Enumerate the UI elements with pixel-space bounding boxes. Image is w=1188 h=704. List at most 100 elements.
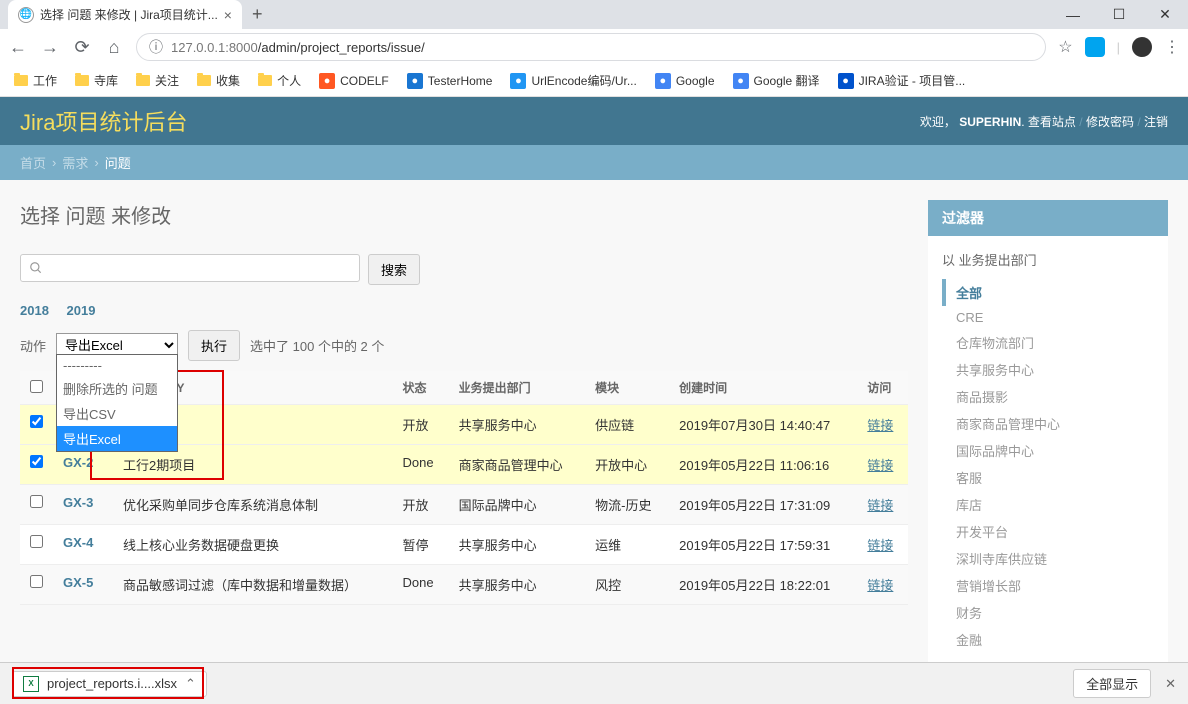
back-button[interactable]: ← [8, 37, 28, 58]
close-button[interactable]: ✕ [1142, 0, 1188, 29]
tab-title: 选择 问题 来修改 | Jira项目统计... [40, 6, 218, 23]
column-header[interactable]: 业务提出部门 [449, 371, 585, 405]
table-row: GX-5商品敏感词过滤（库中数据和增量数据）Done共享服务中心风控2019年0… [20, 565, 908, 605]
row-checkbox[interactable] [30, 495, 43, 508]
dept-cell: 共享服务中心 [449, 405, 585, 445]
filter-item[interactable]: 营销增长部 [942, 572, 1154, 599]
forward-button[interactable]: → [40, 37, 60, 58]
filter-item[interactable]: 全部 [942, 279, 1154, 306]
bookmark-item[interactable]: ●UrlEncode编码/Ur... [510, 72, 636, 89]
row-checkbox[interactable] [30, 575, 43, 588]
home-button[interactable]: ⌂ [104, 37, 124, 58]
row-checkbox[interactable] [30, 455, 43, 468]
new-tab-button[interactable]: + [252, 4, 263, 25]
filter-item[interactable]: 商家商品管理中心 [942, 410, 1154, 437]
extension-icon[interactable] [1085, 37, 1105, 57]
reload-button[interactable]: ⟳ [72, 37, 92, 58]
folder-icon [258, 75, 272, 86]
extension-icons: ☆ | ⋮ [1058, 37, 1180, 57]
bookmark-item[interactable]: ●Google 翻译 [733, 72, 820, 89]
download-shelf-close[interactable]: ✕ [1165, 676, 1176, 692]
breadcrumb-app[interactable]: 需求 [62, 153, 88, 172]
minimize-button[interactable]: — [1050, 0, 1096, 29]
breadcrumb-home[interactable]: 首页 [20, 153, 46, 172]
year-2018-link[interactable]: 2018 [20, 303, 49, 318]
bookmark-item[interactable]: ●TesterHome [407, 73, 493, 89]
visit-link[interactable]: 链接 [867, 418, 893, 433]
select-all-checkbox[interactable] [30, 380, 43, 393]
breadcrumb-current: 问题 [105, 153, 131, 172]
logout-link[interactable]: 注销 [1144, 115, 1168, 129]
bookmark-item[interactable]: 收集 [197, 72, 240, 89]
search-input[interactable] [49, 261, 351, 276]
filter-title: 过滤器 [928, 200, 1168, 236]
maximize-button[interactable]: ☐ [1096, 0, 1142, 29]
column-header[interactable]: 模块 [585, 371, 669, 405]
menu-button[interactable]: ⋮ [1164, 37, 1180, 57]
year-2019-link[interactable]: 2019 [67, 303, 96, 318]
bookmark-item[interactable]: 寺库 [75, 72, 118, 89]
site-icon: ● [838, 73, 854, 89]
bookmark-item[interactable]: 关注 [136, 72, 179, 89]
column-header[interactable]: 状态 [392, 371, 448, 405]
filter-item[interactable]: 客服 [942, 464, 1154, 491]
issue-key-link[interactable]: GX-5 [63, 575, 93, 590]
site-icon: ● [407, 73, 423, 89]
browser-tab[interactable]: 🌐 选择 问题 来修改 | Jira项目统计... × [8, 0, 242, 29]
filter-item[interactable]: 国际品牌中心 [942, 437, 1154, 464]
bookmark-item[interactable]: 个人 [258, 72, 301, 89]
action-option-csv[interactable]: 导出CSV [57, 401, 177, 426]
title-bar: 🌐 选择 问题 来修改 | Jira项目统计... × + — ☐ ✕ [0, 0, 1188, 29]
profile-avatar[interactable] [1132, 37, 1152, 57]
filter-item[interactable]: 金融 [942, 626, 1154, 653]
download-item[interactable]: X project_reports.i....xlsx ⌃ [12, 671, 207, 697]
row-checkbox[interactable] [30, 535, 43, 548]
action-option-delete[interactable]: 删除所选的 问题 [57, 376, 177, 401]
issue-key-link[interactable]: GX-2 [63, 455, 93, 470]
bookmark-item[interactable]: ●CODELF [319, 73, 389, 89]
view-site-link[interactable]: 查看站点 [1028, 115, 1076, 129]
summary-cell: 优化采购单同步仓库系统消息体制 [113, 485, 392, 525]
folder-icon [197, 75, 211, 86]
filter-item[interactable]: 库店 [942, 491, 1154, 518]
filter-item[interactable]: 深圳寺库供应链 [942, 545, 1154, 572]
filter-item[interactable]: 商品摄影 [942, 383, 1154, 410]
bookmark-item[interactable]: ●Google [655, 73, 715, 89]
issue-key-link[interactable]: GX-3 [63, 495, 93, 510]
row-checkbox[interactable] [30, 415, 43, 428]
filter-item[interactable]: 开发平台 [942, 518, 1154, 545]
filter-item[interactable]: 共享服务中心 [942, 356, 1154, 383]
visit-link[interactable]: 链接 [867, 498, 893, 513]
visit-link[interactable]: 链接 [867, 538, 893, 553]
separator: | [1117, 40, 1120, 55]
filter-item[interactable]: CRE [942, 306, 1154, 329]
action-option-separator[interactable]: --------- [57, 355, 177, 376]
search-icon [29, 261, 43, 275]
select-all-header[interactable] [20, 371, 53, 405]
issue-key-link[interactable]: GX-4 [63, 535, 93, 550]
tab-close-icon[interactable]: × [224, 7, 232, 23]
excel-file-icon: X [23, 676, 39, 692]
bookmark-item[interactable]: 工作 [14, 72, 57, 89]
filter-item[interactable]: 仓库物流部门 [942, 329, 1154, 356]
bookmark-item[interactable]: ●JIRA验证 - 项目管... [838, 72, 966, 89]
change-password-link[interactable]: 修改密码 [1086, 115, 1134, 129]
action-option-excel[interactable]: 导出Excel [57, 426, 177, 451]
download-chevron-icon[interactable]: ⌃ [185, 676, 196, 692]
visit-link[interactable]: 链接 [867, 458, 893, 473]
module-cell: 风控 [585, 565, 669, 605]
go-button[interactable]: 执行 [188, 330, 240, 361]
filter-item[interactable]: 财务 [942, 599, 1154, 626]
year-filter: 2018 2019 [20, 303, 908, 318]
username: SUPERHIN [959, 115, 1021, 129]
column-header[interactable]: 创建时间 [669, 371, 857, 405]
search-button[interactable]: 搜索 [368, 254, 420, 285]
site-brand[interactable]: Jira项目统计后台 [20, 105, 187, 137]
show-all-downloads[interactable]: 全部显示 [1073, 669, 1151, 698]
visit-link[interactable]: 链接 [867, 578, 893, 593]
bookmark-star-icon[interactable]: ☆ [1058, 37, 1072, 57]
site-info-icon[interactable]: ⓘ [149, 37, 163, 57]
module-cell: 物流-历史 [585, 485, 669, 525]
address-bar[interactable]: ⓘ 127.0.0.1:8000/admin/project_reports/i… [136, 33, 1046, 61]
column-header[interactable]: 访问 [857, 371, 908, 405]
